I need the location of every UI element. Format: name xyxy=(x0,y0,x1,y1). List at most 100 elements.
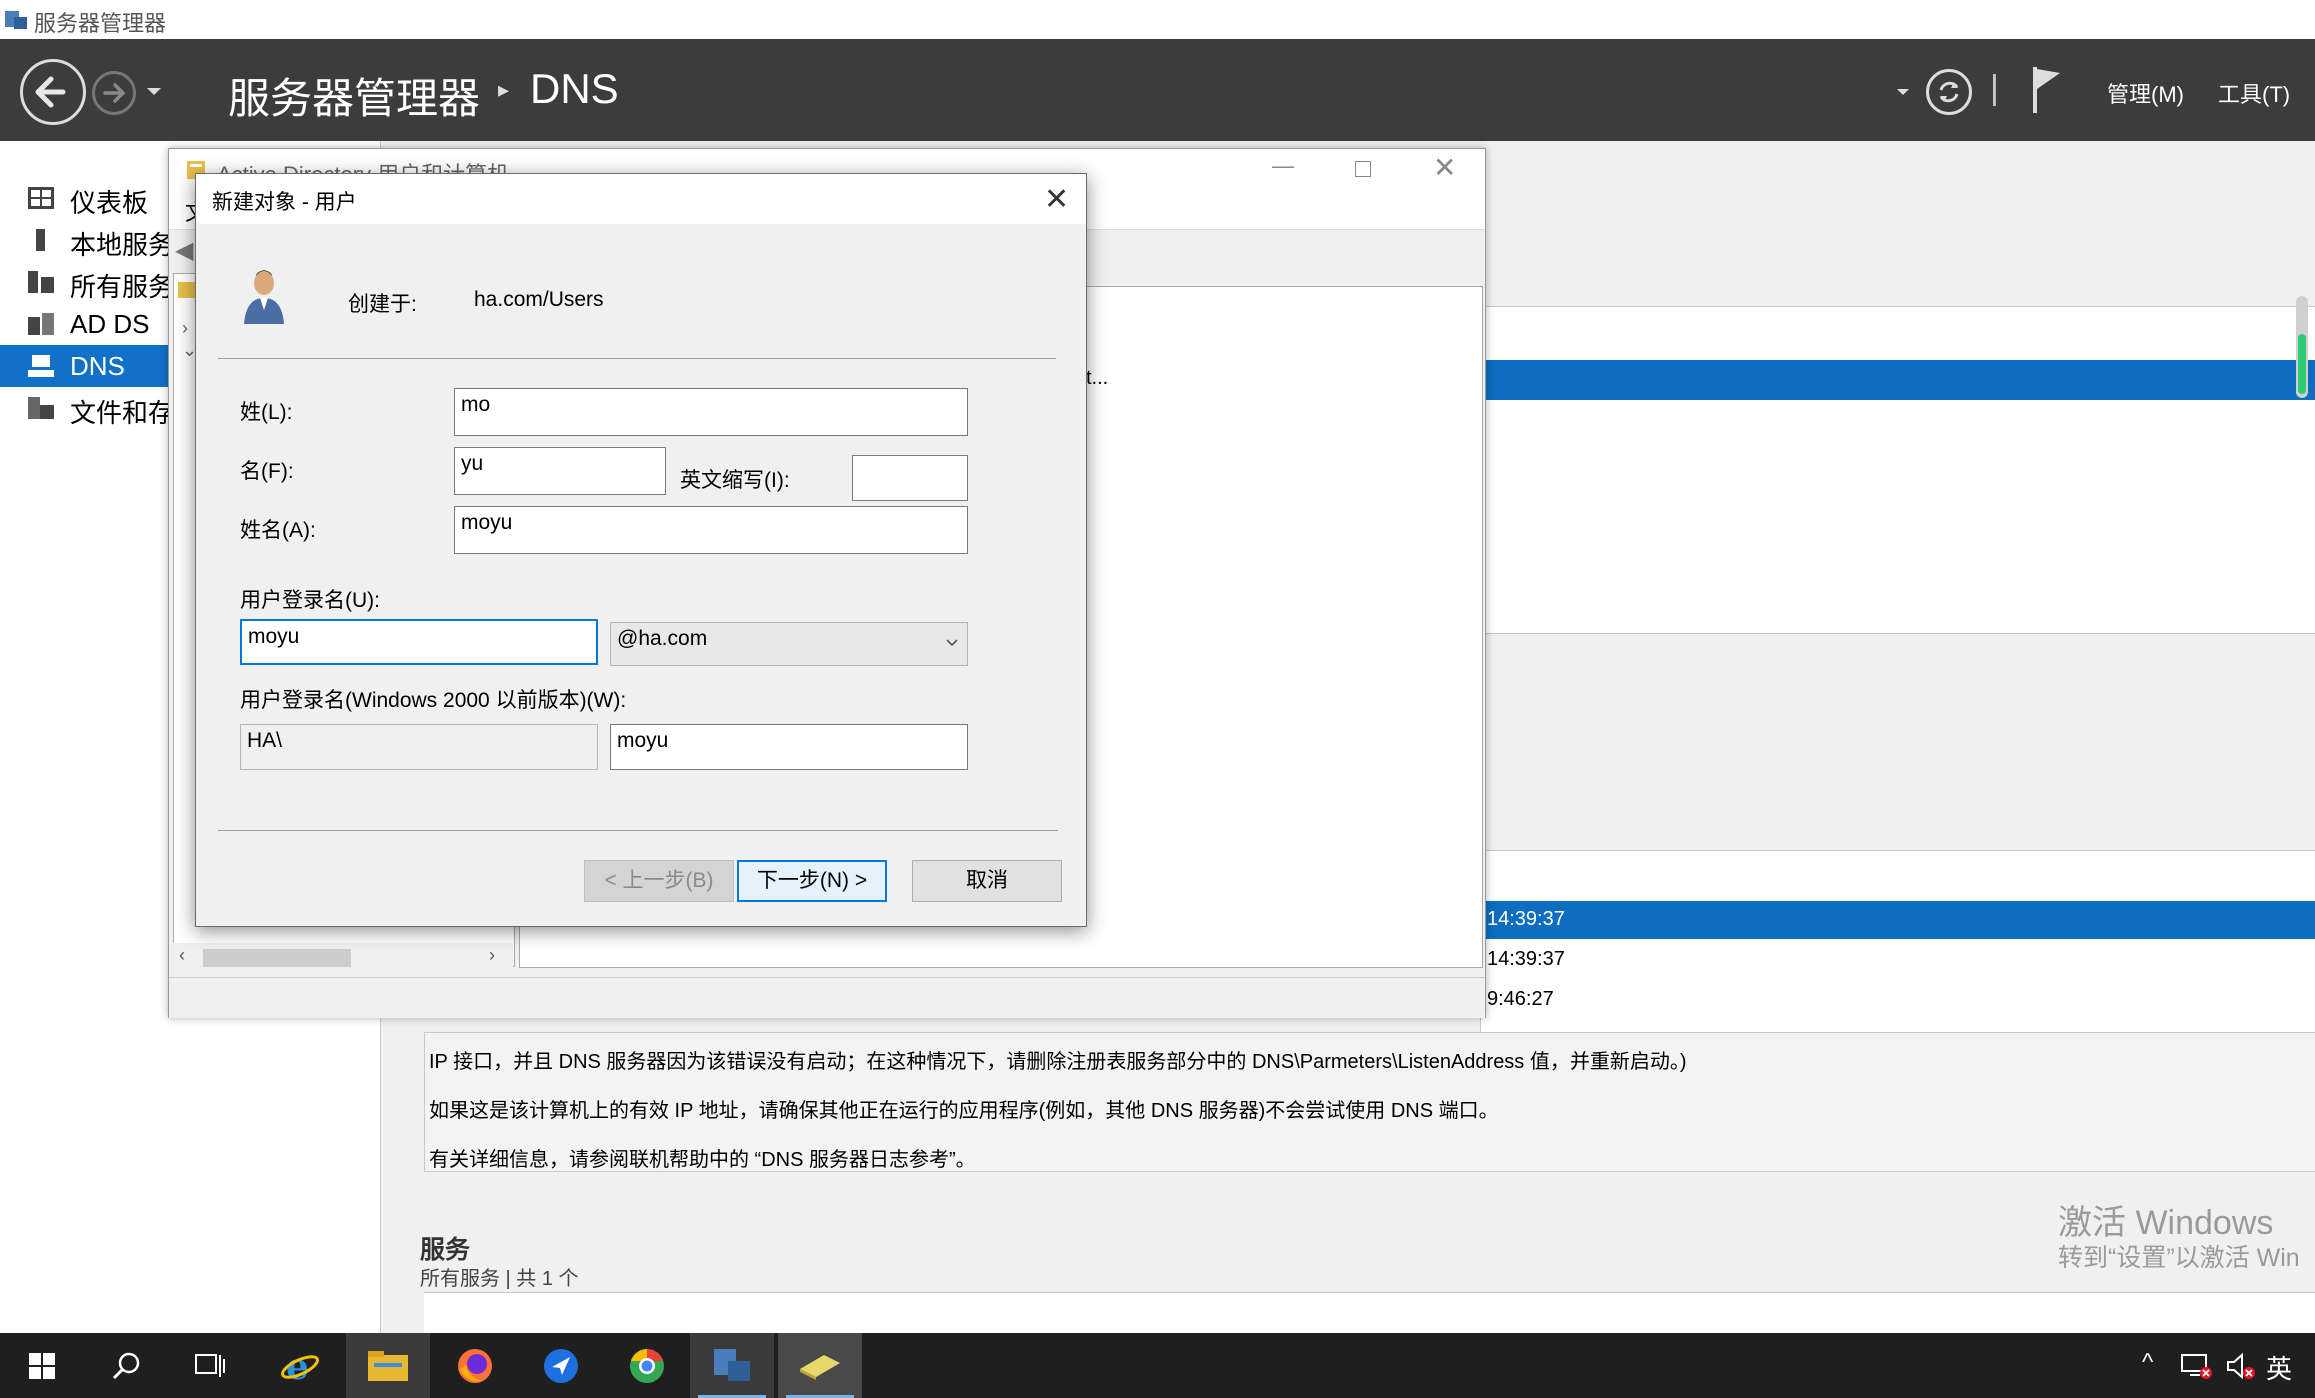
refresh-button[interactable] xyxy=(1926,69,1972,115)
internet-explorer-icon: e xyxy=(281,1347,319,1385)
notifications-flag-icon[interactable] xyxy=(2030,65,2064,115)
full-name-label: 姓名(A): xyxy=(240,519,316,542)
sidebar-item-label: AD DS xyxy=(70,309,150,339)
last-name-field[interactable]: mo xyxy=(454,388,968,436)
servers-icon xyxy=(28,271,54,293)
taskbar-chrome-ai[interactable] xyxy=(604,1333,688,1398)
taskbar-file-explorer[interactable] xyxy=(346,1333,430,1398)
history-dropdown-icon[interactable] xyxy=(144,81,164,101)
aduc-horizontal-scrollbar[interactable]: ‹ › xyxy=(173,943,513,971)
taskbar-aduc[interactable] xyxy=(778,1333,862,1398)
event-time: 14:39:37 xyxy=(1487,908,1565,930)
arrow-right-icon xyxy=(103,83,126,103)
event-detail-line: 如果这是该计算机上的有效 IP 地址，请确保其他正在运行的应用程序(例如，其他 … xyxy=(429,1100,1499,1122)
tools-menu[interactable]: 工具(T) xyxy=(2218,77,2290,109)
breadcrumb-separator: ▸ xyxy=(498,77,510,102)
next-step-button[interactable]: 下一步(N) > xyxy=(737,860,887,902)
chevron-down-icon[interactable] xyxy=(1894,83,1912,101)
event-time: 14:39:37 xyxy=(1487,948,1565,970)
chevron-right-icon[interactable]: › xyxy=(182,318,188,339)
initials-field[interactable] xyxy=(852,455,968,501)
event-row[interactable]: 14:39:37 xyxy=(1484,941,2315,979)
forward-button[interactable] xyxy=(92,71,136,115)
input-method-indicator[interactable]: 英 xyxy=(2266,1349,2292,1386)
breadcrumb-root[interactable]: 服务器管理器 xyxy=(228,65,480,126)
start-button[interactable] xyxy=(0,1333,84,1398)
taskbar-ie[interactable]: e xyxy=(258,1333,342,1398)
taskbar: e ^ 英 xyxy=(0,1333,2315,1398)
first-name-label: 名(F): xyxy=(240,460,294,483)
panel-scrollbar[interactable] xyxy=(2296,296,2308,398)
app-header: 服务器管理器 ▸ DNS | 管理(M) 工具(T) xyxy=(0,39,2315,141)
sidebar-item-label: 所有服务 xyxy=(70,272,175,302)
sidebar-item-label: 仪表板 xyxy=(70,188,149,218)
file-storage-icon xyxy=(28,397,54,419)
server-icon xyxy=(36,229,45,251)
first-name-field[interactable]: yu xyxy=(454,447,666,495)
event-time: 9:46:27 xyxy=(1487,988,1554,1010)
selected-server-row[interactable] xyxy=(1484,360,2315,400)
sidebar-item-label: 文件和存 xyxy=(70,398,175,428)
taskbar-app-blue[interactable] xyxy=(518,1333,602,1398)
event-row[interactable]: 9:46:27 xyxy=(1484,981,2315,1019)
server-manager-icon xyxy=(714,1349,750,1381)
upn-suffix-value: @ha.com xyxy=(617,627,708,650)
ad-ds-icon xyxy=(28,313,54,335)
pre2000-domain-field: HA\ xyxy=(240,724,598,770)
close-icon[interactable]: ✕ xyxy=(1044,182,1069,217)
network-icon[interactable] xyxy=(2180,1351,2214,1381)
sidebar-item-label: 本地服务 xyxy=(70,230,175,260)
logon-name-field[interactable]: moyu xyxy=(240,619,598,665)
aduc-book-icon xyxy=(800,1355,840,1380)
sidebar-item-label: DNS xyxy=(70,351,125,381)
last-name-label: 姓(L): xyxy=(240,401,293,424)
arrow-left-icon xyxy=(35,76,66,108)
chevron-up-icon[interactable]: ^ xyxy=(2142,1349,2153,1377)
maximize-icon[interactable] xyxy=(1355,161,1371,177)
servers-panel xyxy=(1480,306,2315,634)
header-divider: | xyxy=(1990,69,1999,107)
services-panel xyxy=(424,1292,2315,1334)
volume-muted-icon[interactable] xyxy=(2224,1351,2258,1381)
windows-logo-icon xyxy=(29,1353,55,1379)
scroll-right-icon[interactable]: › xyxy=(489,945,495,966)
dashboard-icon xyxy=(28,187,54,209)
dialog-title-bar: 新建对象 - 用户 ✕ xyxy=(196,174,1086,224)
event-details-panel: IP 接口，并且 DNS 服务器因为该错误没有启动；在这种情况下，请删除注册表服… xyxy=(424,1032,2315,1172)
list-item-fragment: t... xyxy=(1086,367,1109,389)
back-button[interactable] xyxy=(20,59,86,125)
minimize-icon[interactable]: — xyxy=(1272,153,1294,179)
search-button[interactable] xyxy=(84,1333,168,1398)
pre2000-logon-field[interactable]: moyu xyxy=(610,724,968,770)
taskbar-server-manager[interactable] xyxy=(690,1333,774,1398)
manage-menu[interactable]: 管理(M) xyxy=(2107,77,2184,109)
scroll-thumb[interactable] xyxy=(203,949,351,967)
upn-suffix-select[interactable]: @ha.com xyxy=(610,622,968,666)
back-step-button[interactable]: < 上一步(B) xyxy=(584,860,734,902)
task-view-icon xyxy=(195,1354,225,1377)
dialog-divider xyxy=(218,358,1056,359)
new-user-dialog: 新建对象 - 用户 ✕ 创建于: ha.com/Users 姓(L): mo 名… xyxy=(195,173,1087,927)
activation-watermark-hint: 转到“设置”以激活 Win xyxy=(2058,1244,2300,1272)
scroll-left-icon[interactable]: ‹ xyxy=(179,945,185,966)
dns-icon xyxy=(28,355,54,377)
task-view-button[interactable] xyxy=(168,1333,252,1398)
activation-watermark-title: 激活 Windows xyxy=(2058,1204,2274,1242)
services-subtitle: 所有服务 | 共 1 个 xyxy=(420,1268,579,1290)
file-explorer-icon xyxy=(368,1351,408,1381)
full-name-field[interactable]: moyu xyxy=(454,506,968,554)
create-in-label: 创建于: xyxy=(348,293,417,316)
firefox-icon xyxy=(458,1349,492,1383)
window-title: 服务器管理器 xyxy=(34,11,167,36)
event-row-selected[interactable]: 14:39:37 xyxy=(1484,901,2315,939)
window-title-bar: 服务器管理器 xyxy=(0,0,2315,40)
paper-plane-app-icon xyxy=(544,1349,578,1383)
chevron-down-icon xyxy=(946,639,958,647)
dialog-title: 新建对象 - 用户 xyxy=(212,191,357,214)
back-arrow-icon[interactable]: ◀ xyxy=(175,236,193,265)
cancel-button[interactable]: 取消 xyxy=(912,860,1062,902)
dialog-divider xyxy=(218,830,1058,831)
taskbar-firefox[interactable] xyxy=(432,1333,516,1398)
close-icon[interactable]: ✕ xyxy=(1433,151,1456,184)
create-in-path: ha.com/Users xyxy=(474,288,604,311)
